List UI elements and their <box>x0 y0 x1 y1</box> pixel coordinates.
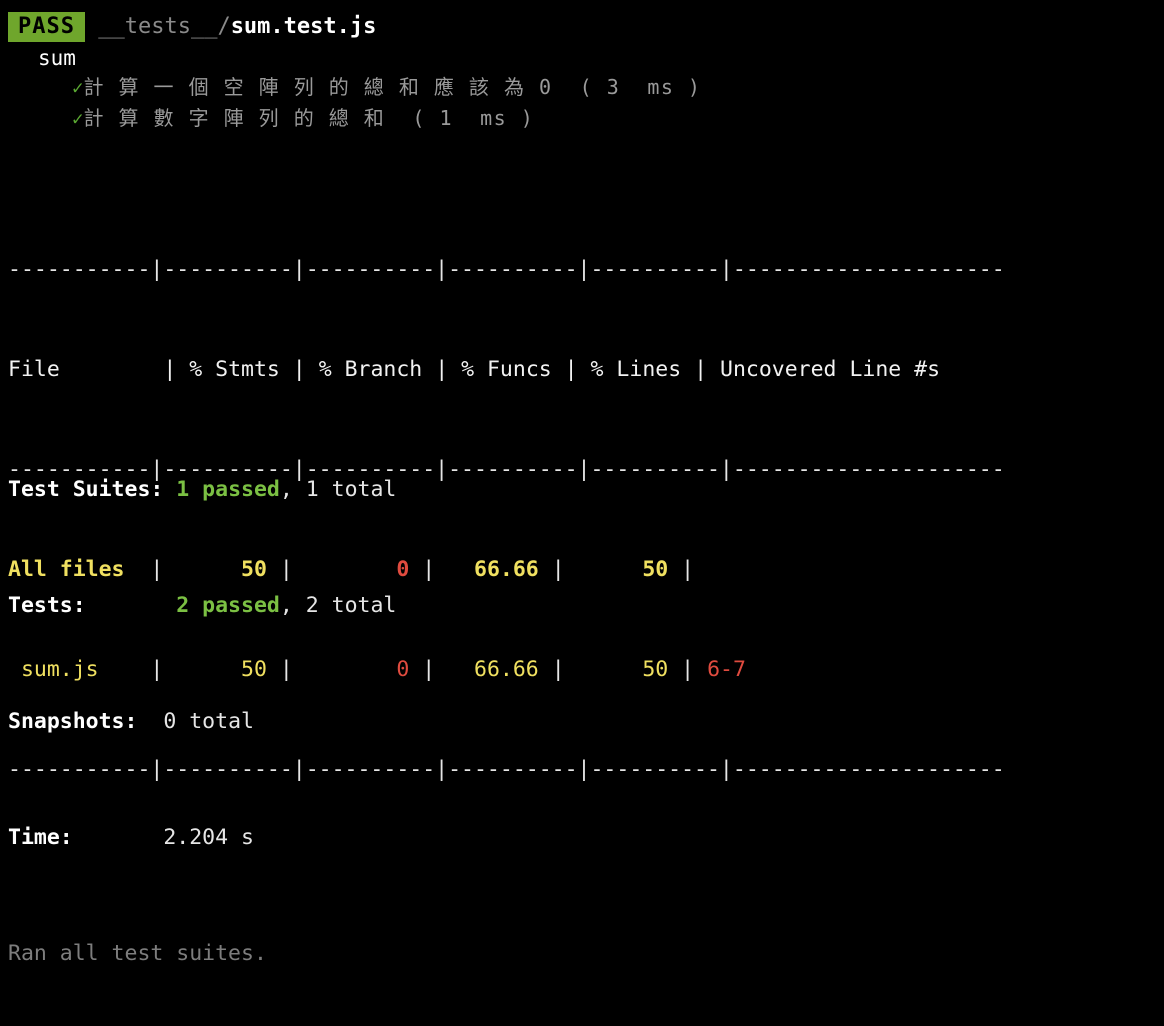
check-icon: ✓ <box>72 77 84 99</box>
pad: | <box>668 657 708 682</box>
test-suites-label: Test Suites: <box>8 477 164 502</box>
summary-row-test-suites: Test Suites: 1 passed, 1 total <box>8 475 396 504</box>
summary-row-tests: Tests: 2 passed, 2 total <box>8 591 396 620</box>
snapshots-label: Snapshots: <box>8 709 138 734</box>
pad: | <box>668 557 708 582</box>
time-label: Time: <box>8 825 73 850</box>
status-badge: PASS <box>8 12 85 42</box>
pad: | <box>681 357 720 382</box>
table-separator-top: -----------|----------|----------|------… <box>8 257 1005 282</box>
cell-funcs: 66.66 <box>474 657 539 682</box>
pad <box>86 593 177 618</box>
test-suite-header: PASS __tests__/sum.test.js <box>0 0 1164 42</box>
test-case-row: ✓計 算 一 個 空 陣 列 的 總 和 應 該 為 0 ( 3 ms ) <box>0 71 1164 102</box>
ran-all-suites-text: Ran all test suites. <box>8 941 267 966</box>
tests-total: , 2 total <box>279 593 397 618</box>
cell-lines: 50 <box>642 557 669 582</box>
summary-row-time: Time: 2.204 s <box>8 823 396 852</box>
pad <box>137 709 163 734</box>
column-header-lines: % Lines <box>590 357 682 382</box>
column-header-funcs: % Funcs <box>461 357 552 382</box>
test-case-row: ✓計 算 數 字 陣 列 的 總 和 ( 1 ms ) <box>0 102 1164 133</box>
test-suites-total: , 1 total <box>279 477 397 502</box>
pad <box>73 825 164 850</box>
run-summary: Test Suites: 1 passed, 1 total Tests: 2 … <box>8 388 396 1026</box>
describe-block-name: sum <box>38 46 76 70</box>
column-header-file: File <box>8 357 60 382</box>
tests-label: Tests: <box>8 593 86 618</box>
pad: | <box>538 557 643 582</box>
cell-lines: 50 <box>642 657 669 682</box>
snapshots-value: 0 total <box>163 709 254 734</box>
pad: | <box>409 557 475 582</box>
summary-row-snapshots: Snapshots: 0 total <box>8 707 396 736</box>
pad: | <box>538 657 643 682</box>
column-header-uncovered: Uncovered Line #s <box>720 357 941 382</box>
pad: | <box>279 357 319 382</box>
cell-branch: 0 <box>396 557 410 582</box>
pad: | <box>409 657 475 682</box>
test-file-dir: __tests__/ <box>98 14 231 39</box>
pad: | <box>422 357 462 382</box>
cell-funcs: 66.66 <box>474 557 539 582</box>
test-file-path-prefix <box>85 14 98 39</box>
pad: | <box>59 357 190 382</box>
tests-passed: 2 passed <box>176 593 280 618</box>
check-icon: ✓ <box>72 108 84 130</box>
pad <box>163 477 176 502</box>
cell-branch: 0 <box>396 657 410 682</box>
terminal-window: PASS __tests__/sum.test.js sum ✓計 算 一 個 … <box>0 0 1164 966</box>
table-header-row: File | % Stmts | % Branch | % Funcs | % … <box>8 357 1005 382</box>
test-suites-passed: 1 passed <box>176 477 280 502</box>
test-file-name: sum.test.js <box>230 14 377 39</box>
column-header-stmts: % Stmts <box>189 357 280 382</box>
time-value: 2.204 s <box>163 825 254 850</box>
test-case-label: 計 算 數 字 陣 列 的 總 和 ( 1 ms ) <box>83 106 535 130</box>
column-header-branch: % Branch <box>318 357 423 382</box>
pad: | <box>551 357 591 382</box>
cell-uncovered: 6-7 <box>707 657 746 682</box>
test-case-label: 計 算 一 個 空 陣 列 的 總 和 應 該 為 0 ( 3 ms ) <box>83 75 702 99</box>
